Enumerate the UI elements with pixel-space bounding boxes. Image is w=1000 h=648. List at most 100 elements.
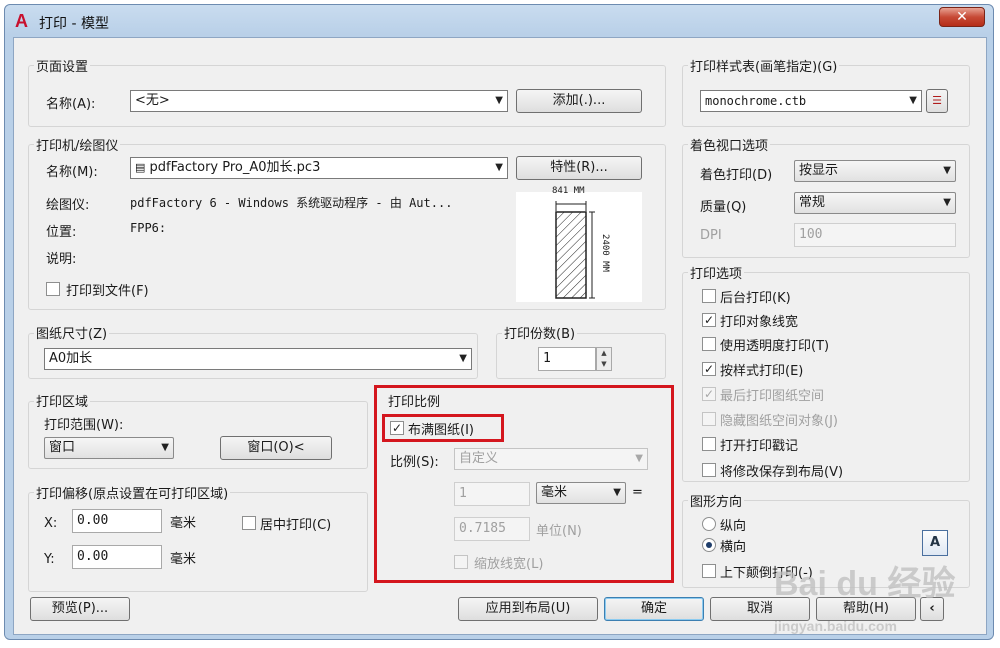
chevron-down-icon: ▼ [495, 162, 503, 173]
chevron-down-icon: ▼ [613, 487, 621, 498]
description-label: 说明: [46, 252, 77, 267]
print-to-file-label: 打印到文件(F) [66, 284, 149, 299]
scale-label: 比例(S): [390, 455, 439, 470]
plot-option-label: 将修改保存到布局(V) [720, 465, 844, 480]
shade-plot-select[interactable]: 按显示 ▼ [794, 160, 956, 182]
window-pick-button[interactable]: 窗口(O)< [220, 436, 332, 460]
shade-plot-value: 按显示 [799, 163, 839, 178]
chevron-down-icon: ▼ [909, 95, 917, 106]
quality-select[interactable]: 常规 ▼ [794, 192, 956, 214]
save-changes-checkbox[interactable] [702, 463, 716, 477]
window-title: 打印 - 模型 [39, 16, 109, 32]
plot-style-title: 打印样式表(画笔指定)(G) [688, 56, 840, 75]
plot-option-label: 隐藏图纸空间对象(J) [720, 414, 838, 429]
chevron-down-icon: ▼ [943, 165, 951, 176]
scale-value1-input[interactable]: 1 [454, 482, 530, 506]
printer-name-value: pdfFactory Pro_A0加长.pc3 [149, 160, 321, 175]
paper-size-select[interactable]: A0加长 ▼ [44, 348, 472, 370]
portrait-label: 纵向 [720, 519, 747, 534]
chevron-down-icon: ▼ [161, 442, 169, 453]
ok-button[interactable]: 确定 [604, 597, 704, 621]
fit-to-paper-checkbox[interactable]: ✓ [390, 421, 404, 435]
plot-option-label: 打开打印戳记 [720, 439, 799, 454]
paper-preview-graphic [555, 201, 595, 299]
upside-down-checkbox[interactable] [702, 564, 716, 578]
plot-lineweights-checkbox[interactable]: ✓ [702, 313, 716, 327]
printer-name-label: 名称(M): [46, 165, 98, 180]
plot-offset-group [28, 492, 368, 592]
equals-sign: = [632, 485, 643, 500]
chevron-down-icon: ▼ [459, 353, 467, 364]
preview-height-label: 2400 MM [599, 234, 610, 272]
autocad-icon: A [15, 11, 28, 31]
offset-y-input[interactable]: 0.00 [72, 545, 162, 569]
offset-y-unit: 毫米 [170, 552, 197, 567]
close-button[interactable]: ✕ [939, 7, 985, 27]
portrait-radio[interactable] [702, 517, 716, 531]
plot-area-title: 打印区域 [34, 391, 91, 410]
location-label: 位置: [46, 225, 77, 240]
scale-unit-value: 毫米 [541, 485, 568, 500]
printer-icon: ▤ [135, 161, 146, 174]
preview-width-label: 841 MM [552, 186, 585, 196]
scale-value2-input[interactable]: 0.7185 [454, 517, 530, 541]
plot-offset-title: 打印偏移(原点设置在可打印区域) [34, 483, 231, 502]
scale-unit-select[interactable]: 毫米 ▼ [536, 482, 626, 504]
printer-properties-button[interactable]: 特性(R)... [516, 156, 642, 180]
chevron-down-icon: ▼ [495, 95, 503, 106]
plot-transparency-checkbox[interactable] [702, 337, 716, 351]
plot-stamp-checkbox[interactable] [702, 437, 716, 451]
offset-y-label: Y: [44, 552, 55, 567]
landscape-label: 横向 [720, 540, 747, 555]
apply-to-layout-button[interactable]: 应用到布局(U) [458, 597, 598, 621]
paper-size-title: 图纸尺寸(Z) [34, 323, 110, 342]
background-plot-checkbox[interactable] [702, 289, 716, 303]
paper-preview: 841 MM 2400 MM [516, 186, 642, 302]
dialog-body: 页面设置 名称(A): <无> ▼ 添加(.)... 打印机/绘图仪 名称(M)… [13, 37, 987, 635]
dpi-label: DPI [700, 228, 722, 243]
shade-plot-label: 着色打印(D) [700, 168, 773, 183]
copies-input[interactable]: 1 [538, 347, 596, 371]
scale-unit2-label: 单位(N) [536, 524, 582, 539]
offset-x-input[interactable]: 0.00 [72, 509, 162, 533]
offset-x-unit: 毫米 [170, 516, 197, 531]
page-setup-title: 页面设置 [34, 56, 91, 75]
location-value: FPP6: [130, 221, 167, 235]
scale-lineweights-checkbox[interactable] [454, 555, 468, 569]
plot-paperspace-last-checkbox[interactable]: ✓ [702, 387, 716, 401]
plot-range-select[interactable]: 窗口 ▼ [44, 437, 174, 459]
scale-lineweights-label: 缩放线宽(L) [474, 557, 544, 572]
printer-name-select[interactable]: ▤ pdfFactory Pro_A0加长.pc3 ▼ [130, 157, 508, 179]
copies-title: 打印份数(B) [502, 323, 578, 342]
scale-select[interactable]: 自定义 ▼ [454, 448, 648, 470]
chevron-down-icon: ▼ [635, 453, 643, 464]
paper-size-value: A0加长 [49, 351, 93, 366]
plot-style-select[interactable]: monochrome.ctb ▼ [700, 90, 922, 112]
page-setup-name-value: <无> [135, 93, 170, 108]
center-plot-checkbox[interactable] [242, 516, 256, 530]
preview-button[interactable]: 预览(P)... [30, 597, 130, 621]
plot-with-styles-checkbox[interactable]: ✓ [702, 362, 716, 376]
spin-down-icon[interactable]: ▼ [597, 359, 611, 370]
plot-style-value: monochrome.ctb [705, 94, 807, 108]
title-bar: A 打印 - 模型 ✕ [5, 5, 993, 37]
landscape-radio[interactable] [702, 538, 716, 552]
plot-option-label: 后台打印(K) [720, 291, 791, 306]
baidu-watermark: Bai du 经验 [774, 565, 956, 603]
edit-pen-table-icon[interactable]: ☰ [926, 89, 948, 113]
page-setup-name-select[interactable]: <无> ▼ [130, 90, 508, 112]
print-to-file-checkbox[interactable] [46, 282, 60, 296]
plot-range-value: 窗口 [49, 440, 76, 455]
plot-option-label: 使用透明度打印(T) [720, 339, 830, 354]
hide-paperspace-objects-checkbox[interactable] [702, 412, 716, 426]
plotter-label: 绘图仪: [46, 198, 90, 213]
dpi-input[interactable]: 100 [794, 223, 956, 247]
plotter-value: pdfFactory 6 - Windows 系统驱动程序 - 由 Aut... [130, 196, 453, 210]
baidu-watermark-url: jingyan.baidu.com [774, 618, 897, 634]
quality-label: 质量(Q) [700, 200, 747, 215]
spin-up-icon[interactable]: ▲ [597, 348, 611, 359]
add-page-setup-button[interactable]: 添加(.)... [516, 89, 642, 113]
plot-option-label: 打印对象线宽 [720, 315, 799, 330]
copies-stepper[interactable]: ▲ ▼ [596, 347, 612, 371]
orientation-title: 图形方向 [688, 491, 745, 510]
